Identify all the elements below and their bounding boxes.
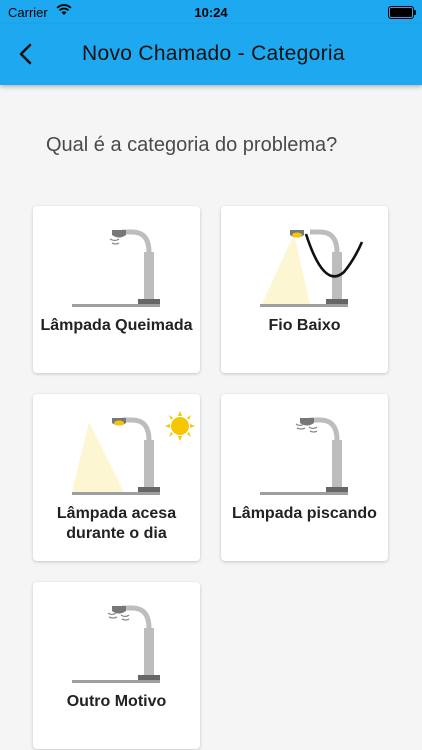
burnt-out-lamp-icon	[72, 229, 160, 307]
card-label: Outro Motivo	[66, 693, 167, 710]
sun-icon	[165, 411, 195, 441]
clock: 10:24	[194, 5, 228, 20]
card-label: Lâmpada Queimada	[40, 317, 193, 334]
card-label: Fio Baixo	[268, 317, 341, 334]
category-card-lampada-acesa-durante-o-dia[interactable]: Lâmpada acesa durante o dia	[33, 394, 200, 561]
street-lamp-icon	[72, 605, 160, 683]
category-card-outro-motivo[interactable]: Outro Motivo	[33, 582, 200, 749]
lamp-on-daytime-icon	[72, 411, 195, 495]
category-card-lampada-queimada[interactable]: Lâmpada Queimada	[33, 206, 200, 373]
question-heading: Qual é a categoria do problema?	[46, 134, 338, 156]
battery-icon	[388, 6, 416, 19]
status-bar: Carrier 10:24	[0, 0, 422, 24]
blinking-lamp-icon	[260, 417, 348, 495]
app-bar: Novo Chamado - Categoria	[0, 24, 422, 85]
card-label: Lâmpada piscando	[232, 505, 377, 522]
low-wire-icon	[260, 229, 364, 307]
category-card-lampada-piscando[interactable]: Lâmpada piscando	[221, 394, 388, 561]
card-label: Lâmpada acesa durante o dia	[56, 505, 177, 542]
category-card-fio-baixo[interactable]: Fio Baixo	[221, 206, 388, 373]
page-title: Novo Chamado - Categoria	[82, 42, 345, 65]
back-arrow-icon[interactable]	[12, 40, 40, 68]
